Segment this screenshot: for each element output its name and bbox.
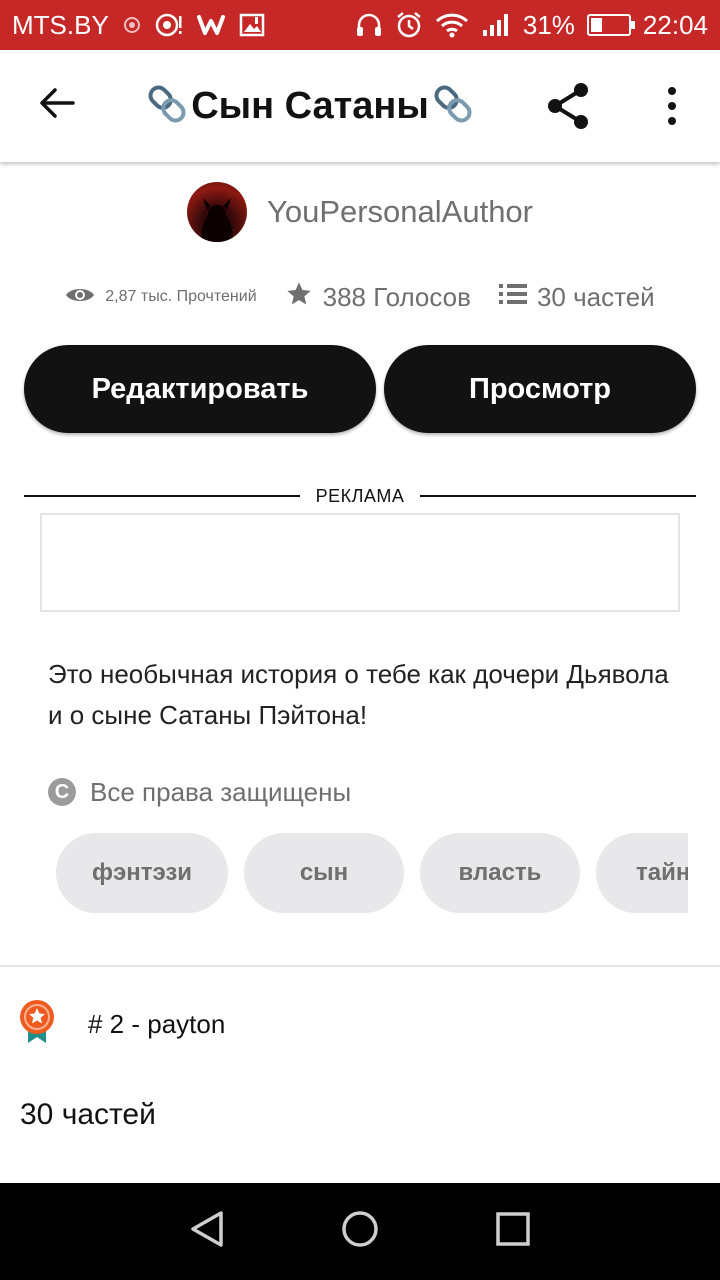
view-button[interactable]: Просмотр <box>384 345 696 433</box>
share-icon <box>543 81 593 136</box>
alarm-icon <box>395 11 423 39</box>
section-divider <box>0 965 720 967</box>
parts-count: 30 частей <box>536 281 655 312</box>
triangle-back-icon <box>187 1209 227 1254</box>
ranking-text: # 2 - payton <box>88 1008 226 1039</box>
more-options-button[interactable] <box>650 80 694 136</box>
nav-back-button[interactable] <box>177 1202 237 1262</box>
circle-home-icon <box>340 1209 380 1254</box>
carrier-label: MTS.BY <box>12 9 109 40</box>
author-name[interactable]: YouPersonalAuthor <box>267 194 533 230</box>
ranking-row[interactable]: # 2 - payton <box>18 999 226 1050</box>
edit-button[interactable]: Редактировать <box>24 345 376 433</box>
clock: 22:04 <box>642 9 708 40</box>
image-icon <box>239 12 265 38</box>
hotspot-icon <box>155 12 183 38</box>
notification-dot-icon <box>123 16 141 34</box>
tag-chip[interactable]: фэнтэзи <box>56 833 228 913</box>
copyright-icon: C <box>48 778 76 806</box>
list-icon <box>498 282 527 313</box>
system-nav-bar <box>0 1183 720 1280</box>
reads-count: 2,87 тыс. Прочтений <box>105 288 257 305</box>
chain-link-icon <box>147 82 187 131</box>
parts-section-title: 30 частей <box>20 1098 156 1131</box>
parts-stat: 30 частей <box>498 281 655 313</box>
wifi-icon <box>435 12 469 38</box>
reads-stat: 2,87 тыс. Прочтений <box>65 285 257 310</box>
arrow-back-icon <box>39 87 75 124</box>
rights-text: Все права защищены <box>90 776 352 807</box>
ranking-badge-icon <box>18 999 56 1050</box>
ad-placeholder[interactable] <box>40 513 680 612</box>
author-row[interactable]: YouPersonalAuthor <box>0 180 720 244</box>
votes-stat: 388 Голосов <box>285 280 471 315</box>
nav-home-button[interactable] <box>330 1202 390 1262</box>
votes-count: 388 Голосов <box>322 281 471 312</box>
divider-line <box>420 495 697 497</box>
square-recents-icon <box>493 1209 533 1254</box>
stats-row: 2,87 тыс. Прочтений 388 Голосов 30 часте… <box>0 275 720 319</box>
ad-label: РЕКЛАМА <box>315 485 405 506</box>
nav-recents-button[interactable] <box>483 1202 543 1262</box>
status-bar: MTS.BY 31% 22:04 <box>0 0 720 50</box>
tags-list: фэнтэзи сын власть тайн <box>56 833 688 913</box>
page-title: Сын Сатаны <box>191 84 429 127</box>
back-button[interactable] <box>30 78 84 132</box>
avatar[interactable] <box>187 182 247 242</box>
rights-row: C Все права защищены <box>48 772 351 812</box>
tags-scroller[interactable]: фэнтэзи сын власть тайн <box>56 833 688 913</box>
star-icon <box>285 280 313 315</box>
wattpad-icon <box>196 14 225 36</box>
chain-link-icon <box>433 82 473 131</box>
eye-icon <box>65 285 95 310</box>
headphones-icon <box>355 12 383 38</box>
story-description: Это необычная история о тебе как дочери … <box>48 659 669 730</box>
tag-chip[interactable]: власть <box>420 833 580 913</box>
share-button[interactable] <box>540 80 596 136</box>
app-bar: Сын Сатаны <box>0 50 720 162</box>
divider-line <box>24 495 300 497</box>
ad-label-row: РЕКЛАМА <box>24 484 697 508</box>
signal-icon <box>481 12 511 38</box>
battery-icon <box>586 14 635 36</box>
battery-percent: 31% <box>522 9 575 40</box>
tag-chip[interactable]: сын <box>244 833 404 913</box>
title-area: Сын Сатаны <box>140 50 480 162</box>
more-vert-icon <box>666 86 678 131</box>
tag-chip[interactable]: тайн <box>596 833 688 913</box>
